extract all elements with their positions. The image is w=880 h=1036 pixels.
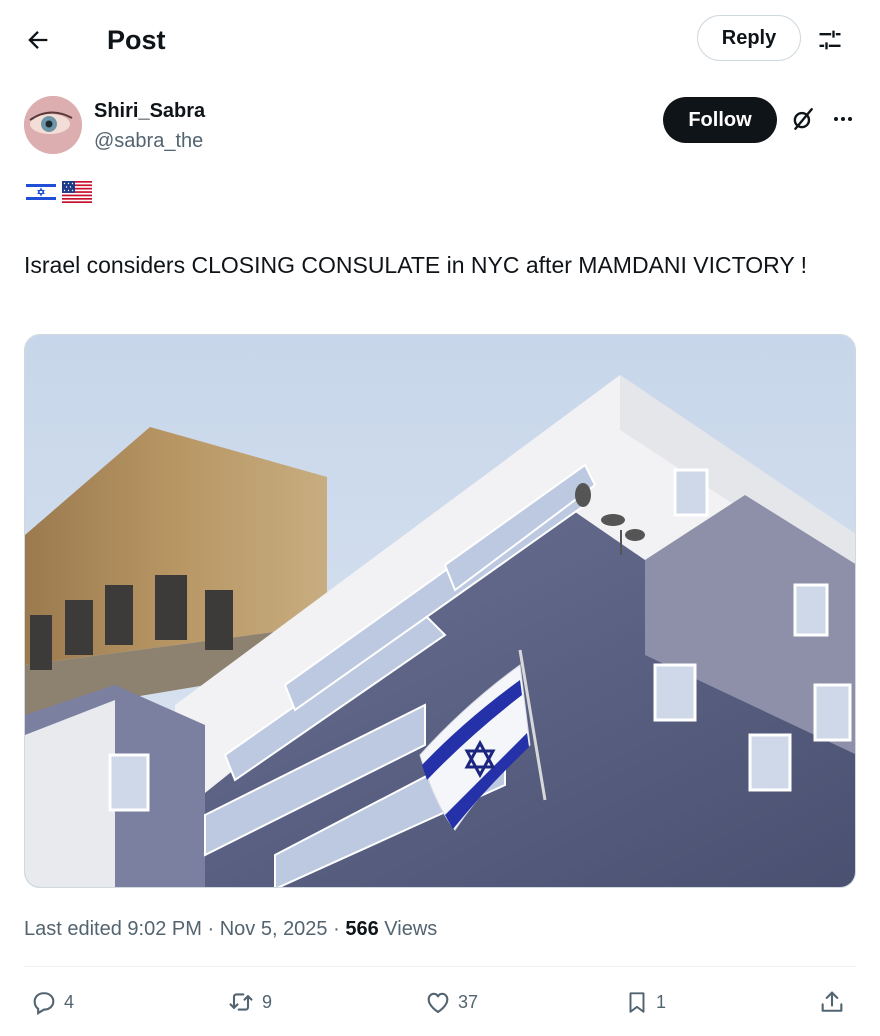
post-time[interactable]: 9:02 PM bbox=[127, 918, 201, 940]
bookmark-action[interactable]: 1 bbox=[624, 985, 666, 1019]
comment-icon bbox=[33, 992, 55, 1015]
divider bbox=[24, 966, 856, 967]
post-meta: Last edited 9:02 PM · Nov 5, 2025 · 566 … bbox=[24, 915, 437, 943]
reply-action[interactable]: 4 bbox=[30, 985, 74, 1019]
more-options-icon[interactable] bbox=[828, 104, 858, 134]
grok-icon[interactable] bbox=[788, 104, 818, 134]
share-icon bbox=[821, 991, 843, 1012]
post-image[interactable] bbox=[24, 334, 856, 888]
heart-icon bbox=[427, 992, 449, 1013]
display-name[interactable]: Shiri_Sabra bbox=[94, 98, 205, 124]
back-arrow-icon[interactable] bbox=[18, 20, 58, 60]
share-action[interactable] bbox=[818, 985, 846, 1019]
repost-action[interactable]: 9 bbox=[226, 985, 272, 1019]
like-action[interactable]: 37 bbox=[424, 985, 478, 1019]
separator-dot: · bbox=[333, 918, 340, 940]
repost-count: 9 bbox=[262, 991, 273, 1012]
reply-button[interactable]: Reply bbox=[697, 15, 801, 61]
views-count: 566 bbox=[345, 918, 379, 940]
bookmark-count: 1 bbox=[656, 991, 667, 1012]
avatar[interactable] bbox=[24, 96, 82, 154]
like-count: 37 bbox=[458, 991, 479, 1012]
repost-icon bbox=[229, 993, 253, 1011]
page-title: Post bbox=[107, 25, 166, 55]
post-text: Israel considers CLOSING CONSULATE in NY… bbox=[24, 252, 808, 278]
usa-flag-icon bbox=[62, 181, 92, 208]
israel-flag-icon bbox=[26, 181, 56, 208]
reply-count: 4 bbox=[64, 991, 75, 1012]
separator-dot: · bbox=[207, 918, 215, 940]
post-date[interactable]: Nov 5, 2025 bbox=[220, 918, 328, 940]
bio-flags bbox=[26, 181, 92, 208]
bookmark-icon bbox=[629, 992, 645, 1013]
reader-settings-icon[interactable] bbox=[810, 20, 850, 60]
edited-label[interactable]: Last edited bbox=[24, 918, 122, 940]
user-handle[interactable]: @sabra_the bbox=[94, 128, 203, 154]
follow-button[interactable]: Follow bbox=[663, 97, 777, 143]
views-label: Views bbox=[384, 918, 438, 940]
